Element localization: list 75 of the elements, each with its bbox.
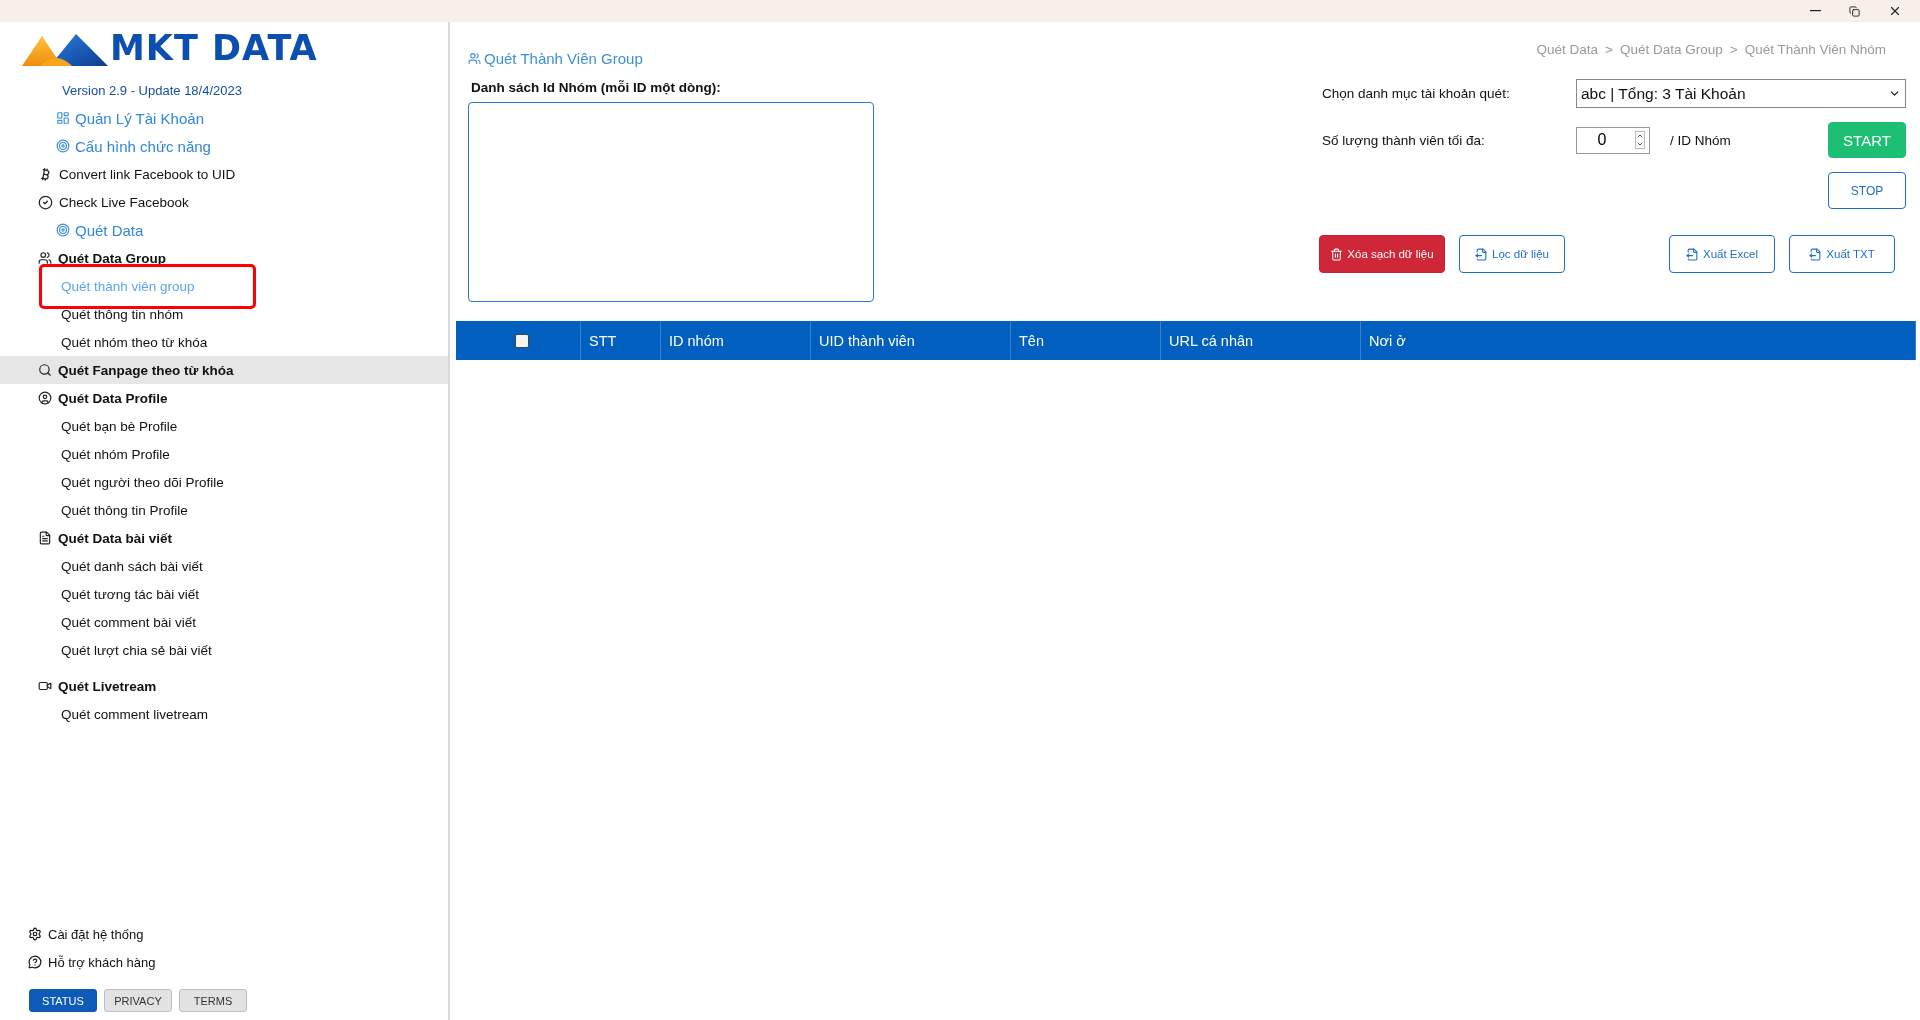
document-icon xyxy=(38,531,52,545)
action-button[interactable]: Xuất TXT xyxy=(1789,235,1895,273)
table-header-cell: ID nhóm xyxy=(661,321,811,360)
table-header-cell: Nơi ở xyxy=(1361,321,1916,360)
nav-subitem[interactable]: Quét nhóm theo từ khóa xyxy=(61,334,208,350)
nav-subitem[interactable]: Quét danh sách bài viết xyxy=(61,558,203,574)
target-icon xyxy=(56,139,70,153)
footer-link[interactable]: Cài đặt hệ thống xyxy=(0,920,448,948)
help-icon xyxy=(28,955,42,969)
field-label: Số lượng thành viên tối đa: xyxy=(1322,132,1486,148)
logo-mountains-icon xyxy=(22,32,108,66)
table-header-cell: UID thành viên xyxy=(811,321,1011,360)
version-text: Version 2.9 - Update 18/4/2023 xyxy=(61,82,243,100)
table-header-cell: STT xyxy=(581,321,661,360)
field-label: Danh sách Id Nhóm (mỗi ID một dòng): xyxy=(471,80,722,95)
nav-subitem[interactable]: Quét lượt chia sẻ bài viết xyxy=(61,642,212,658)
nav-link[interactable]: Quét Data xyxy=(56,221,144,239)
footer-tab[interactable]: STATUS xyxy=(29,989,97,1012)
settings-icon xyxy=(28,927,42,941)
nav-group-label[interactable]: Quét Livetream xyxy=(58,678,157,694)
restore-button[interactable] xyxy=(1849,5,1860,17)
nav-item[interactable]: Check Live Facebook xyxy=(59,194,189,210)
nav-subitem[interactable]: Quét comment bài viết xyxy=(61,614,197,630)
spinner-arrows-icon[interactable] xyxy=(1635,131,1645,149)
target-icon xyxy=(56,223,70,237)
nav-subitem[interactable]: Quét người theo dõi Profile xyxy=(61,474,224,490)
breadcrumb-separator: > xyxy=(1605,42,1613,57)
minimize-icon xyxy=(1810,10,1821,12)
nav-item[interactable]: Convert link Facebook to UID xyxy=(59,166,236,182)
stop-button[interactable]: STOP xyxy=(1828,172,1906,209)
minimize-button[interactable] xyxy=(1810,10,1821,12)
action-button[interactable]: Xuất Excel xyxy=(1669,235,1775,273)
nav-subitem[interactable]: Quét tương tác bài viết xyxy=(61,586,199,602)
nav-subitem[interactable]: Quét bạn bè Profile xyxy=(61,418,178,434)
export-icon xyxy=(1686,247,1699,261)
nav-subitem[interactable]: Quét thông tin nhóm xyxy=(61,306,184,322)
users-icon xyxy=(468,52,481,65)
action-button[interactable]: Lọc dữ liệu xyxy=(1459,235,1565,273)
video-camera-icon xyxy=(38,679,52,693)
close-icon xyxy=(1888,4,1902,18)
nav-link[interactable]: Quản Lý Tài Khoản xyxy=(56,109,204,127)
field-label: Chọn danh mục tài khoản quét: xyxy=(1322,86,1511,101)
nav-subitem[interactable]: Quét nhóm Profile xyxy=(61,446,170,462)
nav-group-label[interactable]: Quét Fanpage theo từ khóa xyxy=(58,362,234,378)
footer-tab[interactable]: PRIVACY xyxy=(104,989,172,1012)
nav-link[interactable]: Cấu hình chức năng xyxy=(56,137,211,155)
action-button[interactable]: Xóa sạch dữ liệu xyxy=(1319,235,1445,273)
nav-subitem[interactable]: Quét thông tin Profile xyxy=(61,502,188,518)
unit-text: / ID Nhóm xyxy=(1670,132,1732,148)
nav-group-highlight[interactable]: Quét Fanpage theo từ khóa xyxy=(0,356,448,384)
account-select[interactable]: abc | Tổng: 3 Tài Khoản xyxy=(1576,79,1906,108)
breadcrumb-separator: > xyxy=(1729,42,1738,57)
number-spinner[interactable]: 0 xyxy=(1576,126,1650,154)
footer-tab[interactable]: TERMS xyxy=(179,989,247,1012)
nav-group-label[interactable]: Quét Data bài viết xyxy=(58,530,173,546)
group-ids-input[interactable] xyxy=(468,102,874,302)
trash-icon xyxy=(1330,247,1344,261)
nav-group-label[interactable]: Quét Data Group xyxy=(58,250,166,266)
logo-text: MKT DATA xyxy=(110,30,318,66)
table-header-cell: URL cá nhân xyxy=(1161,321,1361,360)
page-title: Quét Thành Viên Group xyxy=(468,50,874,67)
user-circle-icon xyxy=(38,391,52,405)
restore-icon xyxy=(1849,5,1860,17)
users-icon xyxy=(38,251,52,265)
nav-subitem[interactable]: Quét comment livetream xyxy=(61,706,209,722)
export-icon xyxy=(1475,247,1489,261)
close-button[interactable] xyxy=(1888,4,1902,18)
nav-group-label[interactable]: Quét Data Profile xyxy=(58,390,168,406)
table-header-cell: Tên xyxy=(1011,321,1161,360)
export-icon xyxy=(1809,247,1823,261)
footer-link[interactable]: Hỗ trợ khách hàng xyxy=(0,948,448,976)
select-all-checkbox[interactable] xyxy=(515,333,529,348)
search-icon xyxy=(38,363,52,377)
check-circle-icon xyxy=(38,194,53,210)
dashboard-icon xyxy=(56,111,70,125)
